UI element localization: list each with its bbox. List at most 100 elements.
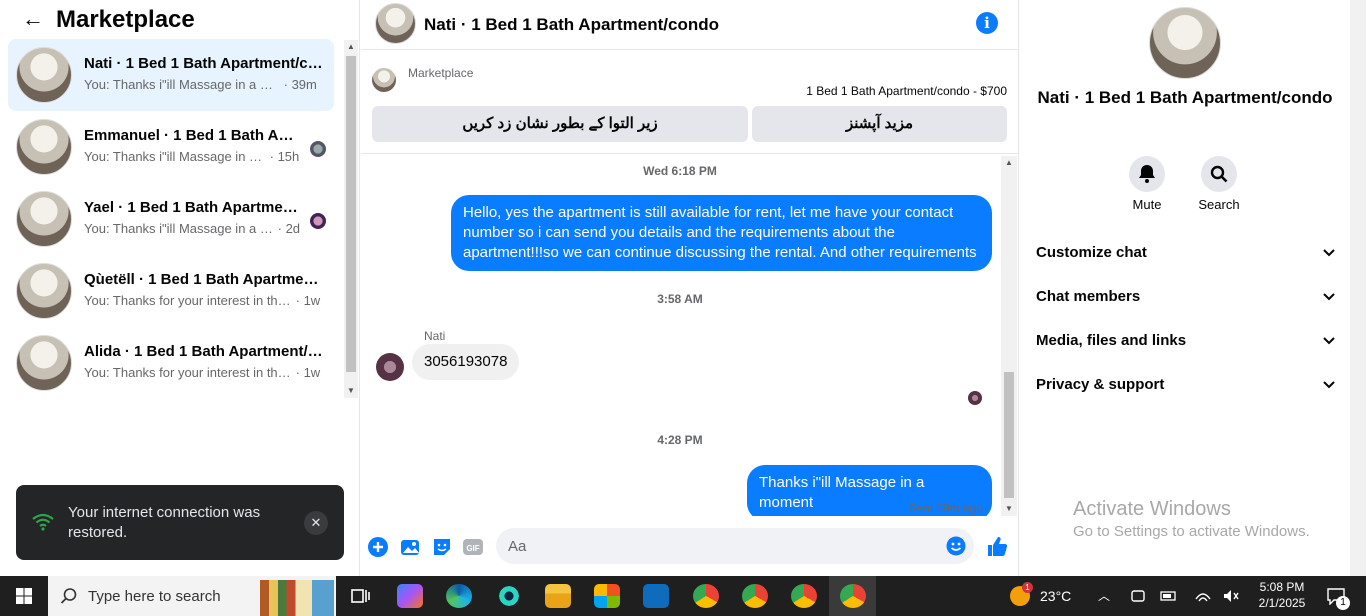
sticker-icon[interactable]: [431, 536, 453, 558]
listing-avatar: [16, 335, 72, 391]
meet-now-icon[interactable]: [1130, 588, 1146, 604]
sender-avatar[interactable]: [376, 353, 404, 381]
outgoing-message[interactable]: Hello, yes the apartment is still availa…: [451, 195, 992, 271]
conversation-name: Yael · 1 Bed 1 Bath Apartment/condo: [84, 199, 300, 216]
timestamp: Wed 6:18 PM: [643, 164, 717, 178]
accordion-privacy-support[interactable]: Privacy & support: [1036, 376, 1336, 400]
conversation-item[interactable]: Yael · 1 Bed 1 Bath Apartment/condo You:…: [8, 183, 334, 255]
conversation-snippet: You: Thanks i"ill Massage in a moment · …: [84, 149, 300, 164]
details-avatar[interactable]: [1149, 7, 1221, 79]
panel-title: Marketplace: [56, 6, 195, 33]
chrome-icon[interactable]: [693, 584, 719, 608]
outlook-icon[interactable]: [643, 584, 669, 608]
search-icon: [60, 588, 77, 604]
clock-time: 5:08 PM: [1259, 580, 1305, 594]
conversation-scrollbar[interactable]: ▲ ▼: [344, 40, 358, 398]
plus-circle-icon[interactable]: [367, 536, 389, 558]
emoji-icon[interactable]: [946, 536, 966, 556]
eye-app-icon[interactable]: [496, 584, 522, 608]
accordion-label: Customize chat: [1036, 244, 1147, 261]
chevron-down-icon: [1323, 293, 1335, 301]
chevron-down-icon: [1323, 381, 1335, 389]
scroll-up-icon[interactable]: ▲: [344, 40, 358, 54]
clock-date: 2/1/2025: [1258, 596, 1306, 610]
conversation-panel: ← Marketplace Nati · 1 Bed 1 Bath Apartm…: [0, 0, 360, 576]
listing-thumbnail[interactable]: [372, 68, 396, 92]
chevron-up-icon[interactable]: ︿: [1098, 576, 1110, 616]
image-icon[interactable]: [399, 536, 421, 558]
thumbs-up-icon[interactable]: [985, 535, 1009, 559]
connection-toast: Your internet connection was restored. ✕: [16, 485, 344, 560]
weather-badge: 1: [1022, 582, 1033, 593]
scroll-down-icon[interactable]: ▼: [344, 384, 358, 398]
sender-name: Nati: [424, 329, 446, 343]
conversation-name: Alida · 1 Bed 1 Bath Apartment/condo: [84, 343, 324, 360]
toast-close-button[interactable]: ✕: [304, 511, 328, 535]
battery-icon[interactable]: [1160, 589, 1178, 603]
listing-avatar: [16, 119, 72, 175]
windows-start-icon[interactable]: [0, 576, 48, 616]
accordion-label: Chat members: [1036, 288, 1141, 305]
accordion-customize-chat[interactable]: Customize chat: [1036, 244, 1336, 268]
scroll-down-icon[interactable]: ▼: [1002, 502, 1016, 516]
mark-pending-button[interactable]: زیر التوا کے بطور نشان زد کریں: [372, 106, 748, 142]
conversation-item[interactable]: Alida · 1 Bed 1 Bath Apartment/condo You…: [8, 327, 334, 398]
network-icon[interactable]: [1194, 587, 1212, 605]
gif-icon[interactable]: GIF: [462, 536, 484, 558]
notification-count: 1: [1336, 596, 1350, 610]
listing-avatar: [16, 263, 72, 319]
file-explorer-icon[interactable]: [545, 584, 571, 608]
search-action[interactable]: Search: [1189, 156, 1249, 212]
mute-action[interactable]: Mute: [1117, 156, 1177, 212]
conversation-item[interactable]: Qùetëll · 1 Bed 1 Bath Apartment/condo Y…: [8, 255, 334, 327]
chrome-icon[interactable]: [840, 584, 866, 608]
conversation-snippet: You: Thanks i"ill Massage in a moment · …: [84, 221, 301, 236]
chat-avatar[interactable]: [375, 3, 416, 44]
chat-header: Nati · 1 Bed 1 Bath Apartment/condo i: [361, 0, 1019, 50]
marketplace-bar: Marketplace 1 Bed 1 Bath Apartment/condo…: [361, 56, 1019, 154]
timestamp: 4:28 PM: [657, 433, 703, 447]
accordion-media-files-links[interactable]: Media, files and links: [1036, 332, 1336, 356]
details-panel: Nati · 1 Bed 1 Bath Apartment/condo Mute…: [1020, 0, 1350, 576]
scroll-thumb[interactable]: [1004, 372, 1014, 498]
conversation-snippet: You: Thanks for your interest in the ite…: [84, 293, 321, 308]
copilot-icon[interactable]: [397, 584, 423, 608]
activate-windows-watermark: Activate Windows Go to Settings to activ…: [1073, 498, 1310, 540]
activate-title: Activate Windows: [1073, 498, 1231, 520]
back-arrow-icon[interactable]: ←: [22, 8, 44, 30]
microsoft-store-icon[interactable]: [594, 584, 620, 608]
listing-title-price[interactable]: 1 Bed 1 Bath Apartment/condo - $700: [806, 84, 1007, 98]
clock[interactable]: 5:08 PM 2/1/2025: [1254, 579, 1310, 611]
accordion-chat-members[interactable]: Chat members: [1036, 288, 1336, 312]
conversation-item[interactable]: Nati · 1 Bed 1 Bath Apartment/condo You:…: [8, 39, 334, 111]
temperature[interactable]: 23°C: [1040, 576, 1071, 616]
chrome-icon[interactable]: [742, 584, 768, 608]
volume-muted-icon[interactable]: [1222, 587, 1240, 605]
timestamp: 3:58 AM: [657, 292, 703, 306]
task-view-icon[interactable]: [347, 584, 373, 608]
seen-avatar-icon: [310, 213, 326, 229]
message-input[interactable]: Aa: [496, 528, 974, 564]
chat-scrollbar[interactable]: ▲ ▼: [1001, 156, 1017, 516]
message-placeholder: Aa: [508, 538, 527, 555]
scroll-thumb[interactable]: [346, 56, 356, 372]
search-label: Search: [1198, 197, 1240, 212]
bell-icon[interactable]: [1129, 156, 1165, 192]
conversation-item[interactable]: Emmanuel · 1 Bed 1 Bath Apartment/condo …: [8, 111, 334, 183]
seen-avatar-icon: [310, 141, 326, 157]
chat-title[interactable]: Nati · 1 Bed 1 Bath Apartment/condo: [424, 15, 719, 35]
scroll-up-icon[interactable]: ▲: [1002, 156, 1016, 170]
search-highlight-image: [260, 580, 334, 616]
info-icon[interactable]: i: [976, 12, 998, 34]
more-options-button[interactable]: مزید آپشنز: [752, 106, 1007, 142]
edge-icon[interactable]: [446, 584, 472, 608]
accordion-label: Media, files and links: [1036, 332, 1187, 349]
incoming-message[interactable]: 3056193078: [412, 344, 520, 380]
page-scrollbar[interactable]: [1350, 0, 1366, 576]
taskbar-search-box[interactable]: Type here to search: [48, 576, 336, 616]
chevron-down-icon: [1323, 249, 1335, 257]
search-icon[interactable]: [1201, 156, 1237, 192]
chevron-down-icon: [1323, 337, 1335, 345]
chrome-icon[interactable]: [791, 584, 817, 608]
conversation-snippet: You: Thanks for your interest in the ite…: [84, 365, 321, 380]
